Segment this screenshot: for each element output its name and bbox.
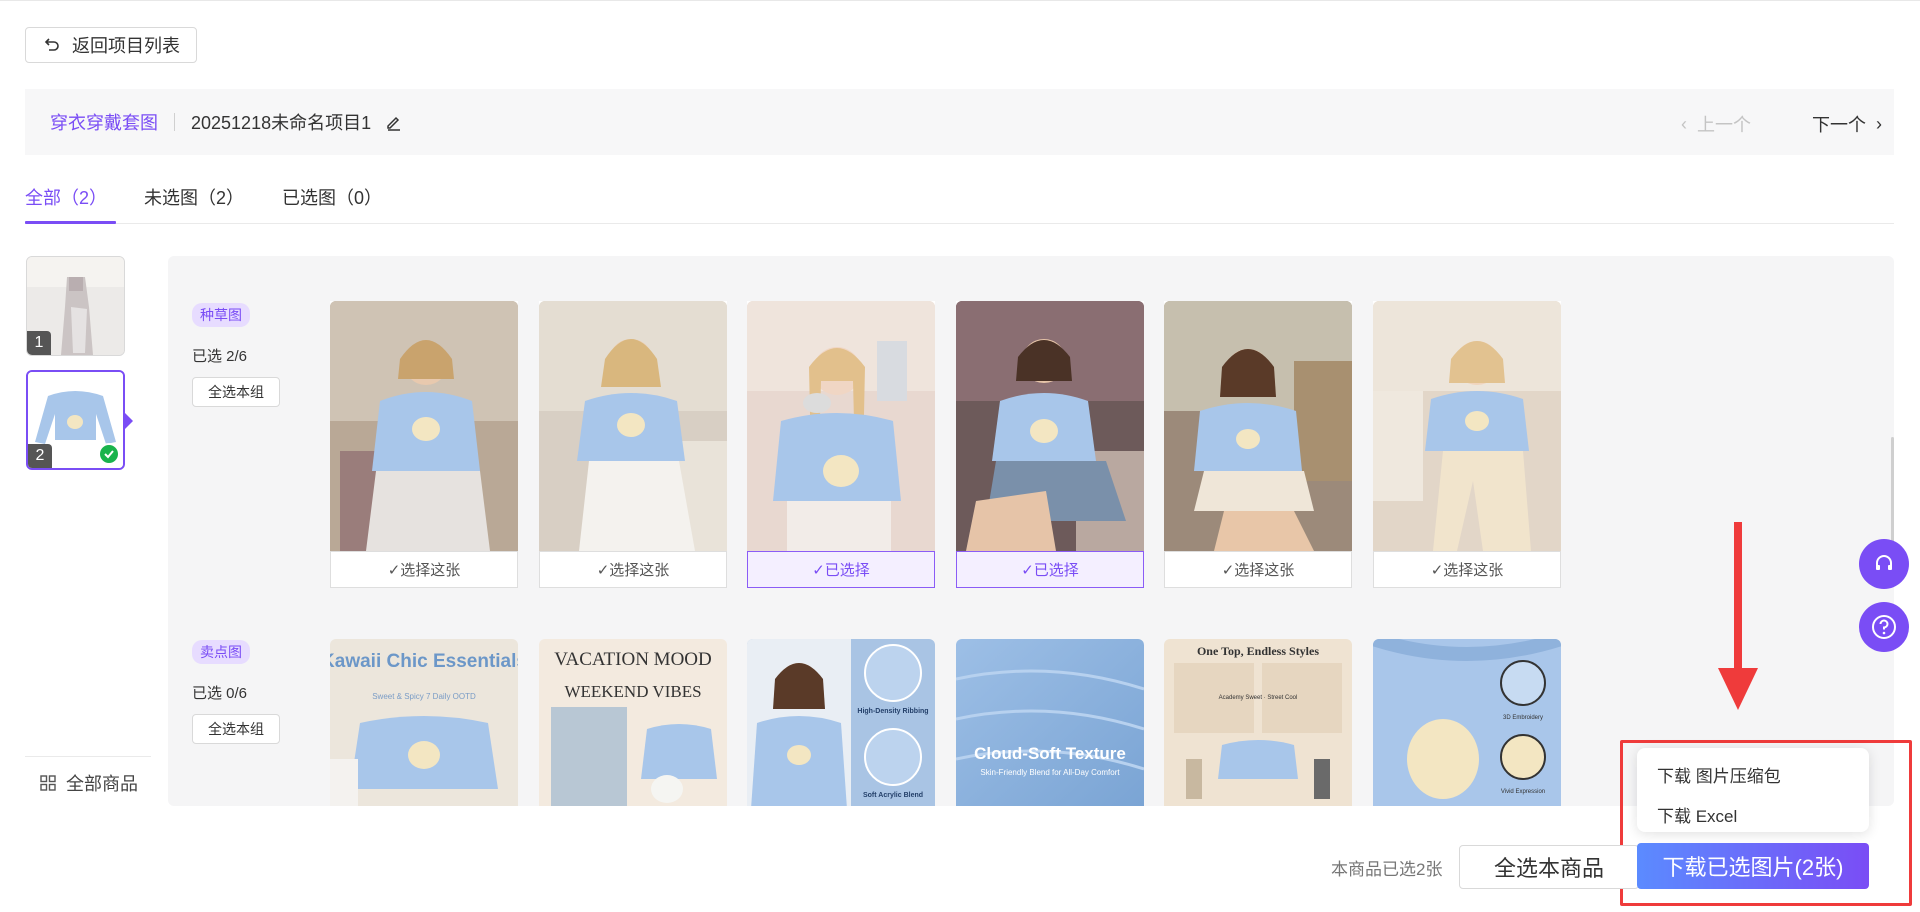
group-label: 种草图	[192, 303, 250, 327]
chevron-right-icon: ›	[1876, 113, 1882, 134]
grid-icon	[40, 774, 56, 791]
tab-unselected[interactable]: 未选图（2）	[144, 184, 244, 224]
promo-title: High-Density Ribbing	[857, 708, 928, 715]
photo: Cloud-Soft Texture Skin-Friendly Blend f…	[956, 639, 1144, 806]
photo	[747, 301, 935, 551]
photo	[956, 301, 1144, 551]
image-card[interactable]: ✓已选择	[747, 301, 935, 588]
help-button[interactable]	[1859, 602, 1909, 652]
photo: One Top, Endless Styles Academy Sweet · …	[1164, 639, 1352, 806]
select-image-toggle[interactable]: ✓已选择	[747, 551, 935, 588]
select-image-toggle[interactable]: ✓选择这张	[1164, 551, 1352, 588]
image-card[interactable]: 3D Embroidery Vivid Expression	[1373, 639, 1561, 806]
select-image-toggle[interactable]: ✓选择这张	[330, 551, 518, 588]
image-card[interactable]: Cloud-Soft Texture Skin-Friendly Blend f…	[956, 639, 1144, 806]
top-divider	[0, 0, 1920, 1]
image-card[interactable]: ✓选择这张	[1164, 301, 1352, 588]
promo-title: One Top, Endless Styles	[1197, 644, 1319, 658]
promo-subtitle: Sweet & Spicy 7 Daily OOTD	[372, 692, 476, 701]
promo-subtitle: Vivid Expression	[1501, 789, 1545, 795]
prev-button[interactable]: ‹ 上一个	[1681, 111, 1751, 137]
image-card[interactable]: One Top, Endless Styles Academy Sweet · …	[1164, 639, 1352, 806]
product-thumb-2[interactable]: 2	[26, 370, 125, 470]
image-card[interactable]: VACATION MOOD WEEKEND VIBES	[539, 639, 727, 806]
edit-pencil-icon[interactable]	[385, 111, 407, 133]
headset-icon	[1876, 555, 1892, 570]
image-card[interactable]: ✓选择这张	[539, 301, 727, 588]
promo-title: 3D Embroidery	[1503, 715, 1543, 721]
product-number: 2	[28, 444, 52, 468]
back-to-projects-button[interactable]: 返回项目列表	[25, 27, 197, 63]
tab-selected[interactable]: 已选图（0）	[282, 184, 382, 224]
promo-subtitle: Skin-Friendly Blend for All-Day Comfort	[980, 768, 1120, 777]
select-image-toggle[interactable]: ✓选择这张	[1373, 551, 1561, 588]
question-circle-icon	[1872, 615, 1896, 639]
promo-title: Kawaii Chic Essentials	[330, 651, 518, 672]
promo-subtitle: Soft Acrylic Blend	[863, 792, 923, 799]
select-group-button[interactable]: 全选本组	[192, 714, 280, 744]
product-number: 1	[27, 331, 51, 355]
download-excel-option[interactable]: 下载 Excel	[1657, 802, 1737, 827]
image-card[interactable]: ✓已选择	[956, 301, 1144, 588]
check-circle-icon	[98, 443, 120, 465]
back-label: 返回项目列表	[72, 36, 180, 56]
next-button[interactable]: 下一个 ›	[1812, 111, 1882, 137]
filter-tabs: 全部（2） 未选图（2） 已选图（0）	[25, 180, 1894, 224]
select-group-button[interactable]: 全选本组	[192, 377, 280, 407]
promo-title: VACATION MOOD	[554, 649, 711, 670]
project-name: 20251218未命名项目1	[191, 113, 372, 133]
product-thumb-1[interactable]: 1	[26, 256, 125, 356]
image-card[interactable]: High-Density Ribbing Soft Acrylic Blend	[747, 639, 935, 806]
selected-count-text: 本商品已选2张	[1331, 860, 1443, 879]
image-card[interactable]: Kawaii Chic Essentials Sweet & Spicy 7 D…	[330, 639, 518, 806]
promo-subtitle: Academy Sweet · Street Cool	[1219, 695, 1298, 701]
annotation-arrow	[1734, 522, 1742, 672]
promo-subtitle: WEEKEND VIBES	[564, 682, 701, 701]
divider	[174, 113, 175, 131]
photo: Kawaii Chic Essentials Sweet & Spicy 7 D…	[330, 639, 518, 806]
all-products-button[interactable]: 全部商品	[25, 756, 151, 808]
photo	[1373, 301, 1561, 551]
chevron-left-icon: ‹	[1681, 113, 1687, 134]
scrollbar[interactable]	[1891, 437, 1894, 547]
photo	[330, 301, 518, 551]
download-menu: 下载 图片压缩包 下载 Excel	[1637, 748, 1869, 832]
image-groups-panel: 种草图 已选 2/6 全选本组 ✓选择这张 ✓选择这张 ✓已选择 ✓已选择 ✓选…	[168, 256, 1894, 806]
project-bar: 穿衣穿戴套图 20251218未命名项目1 ‹ 上一个 下一个 ›	[25, 89, 1894, 155]
photo	[1164, 301, 1352, 551]
promo-title: Cloud-Soft Texture	[974, 744, 1126, 763]
download-selected-button[interactable]: 下载已选图片(2张)	[1637, 843, 1869, 889]
customer-service-button[interactable]	[1859, 539, 1909, 589]
image-card[interactable]: ✓选择这张	[330, 301, 518, 588]
tab-all[interactable]: 全部（2）	[25, 184, 117, 224]
undo-arrow-icon	[44, 36, 62, 54]
group-count: 已选 2/6	[192, 348, 248, 365]
photo: VACATION MOOD WEEKEND VIBES	[539, 639, 727, 806]
select-image-toggle[interactable]: ✓已选择	[956, 551, 1144, 588]
select-image-toggle[interactable]: ✓选择这张	[539, 551, 727, 588]
select-all-product-button[interactable]: 全选本商品	[1459, 845, 1639, 889]
image-card[interactable]: ✓选择这张	[1373, 301, 1561, 588]
photo: High-Density Ribbing Soft Acrylic Blend	[747, 639, 935, 806]
group-label: 卖点图	[192, 640, 250, 664]
active-product-pointer	[125, 413, 133, 429]
download-zip-option[interactable]: 下载 图片压缩包	[1657, 762, 1781, 787]
group-count: 已选 0/6	[192, 685, 248, 702]
photo: 3D Embroidery Vivid Expression	[1373, 639, 1561, 806]
photo	[539, 301, 727, 551]
project-type[interactable]: 穿衣穿戴套图	[50, 109, 158, 135]
annotation-arrow-head	[1718, 668, 1758, 710]
